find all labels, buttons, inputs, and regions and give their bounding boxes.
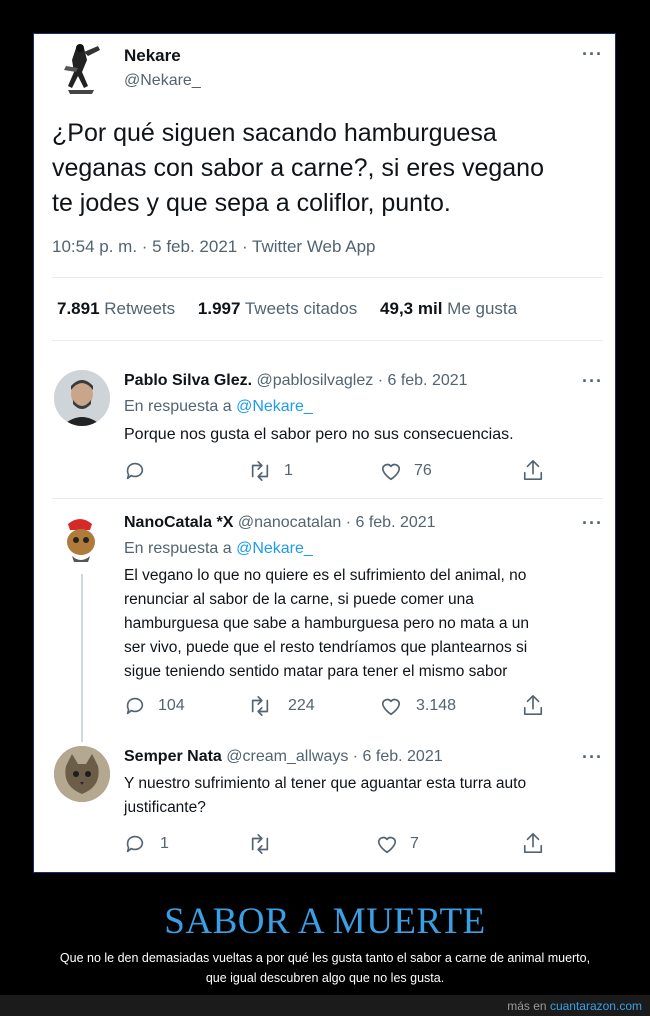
reply-text-line: Porque nos gusta el sabor pero no sus co… (124, 426, 514, 443)
reply-text: Porque nos gusta el sabor pero no sus co… (124, 423, 514, 447)
reply-header: Pablo Silva Glez. @pablosilvaglez · 6 fe… (124, 372, 468, 390)
reply-prefix: En respuesta a (124, 398, 232, 415)
reply-count: 1 (160, 835, 169, 852)
reply-actions: 1 7 (124, 833, 554, 857)
more-icon[interactable]: ··· (582, 371, 603, 392)
reply-to-link[interactable]: @Nekare_ (236, 398, 313, 415)
reply-header: Semper Nata @cream_allways · 6 feb. 2021 (124, 748, 443, 766)
divider (52, 277, 603, 278)
reply-author-name[interactable]: NanoCatala *X (124, 514, 233, 531)
reply-avatar[interactable] (54, 370, 110, 426)
reply-avatar[interactable] (54, 746, 110, 802)
reply-avatar[interactable] (54, 512, 108, 566)
likes-count[interactable]: 49,3 mil (380, 299, 442, 318)
headline: SABOR A MUERTE (164, 901, 486, 942)
like-icon[interactable] (380, 695, 402, 717)
tweet-text-line: veganas con sabor a carne?, si eres vega… (52, 154, 544, 182)
reply-text-line: sigue teniendo sentido matar para tener … (124, 663, 508, 680)
reply-text-line: Y nuestro sufrimiento al tener que aguan… (124, 775, 527, 792)
likes-label[interactable]: Me gusta (447, 299, 517, 318)
caption-line: Que no le den demasiadas vueltas a por q… (59, 951, 591, 965)
reply-text: Y nuestro sufrimiento al tener que aguan… (124, 772, 526, 820)
quotes-count[interactable]: 1.997 (198, 299, 241, 318)
retweets-count[interactable]: 7.891 (57, 299, 100, 318)
reply-handle-date[interactable]: @pablosilvaglez · 6 feb. 2021 (257, 372, 468, 389)
reply-icon[interactable] (124, 833, 146, 855)
like-count: 3.148 (416, 697, 457, 714)
reply-text-line: renunciar al sabor de la carne, si puede… (124, 591, 474, 608)
tweet-meta[interactable]: 10:54 p. m. · 5 feb. 2021 · Twitter Web … (52, 237, 376, 257)
reply-icon[interactable] (124, 695, 146, 717)
reply-header: NanoCatala *X @nanocatalan · 6 feb. 2021 (124, 514, 436, 532)
reply-context: En respuesta a @Nekare_ (124, 540, 313, 558)
reply-to-link[interactable]: @Nekare_ (236, 540, 313, 557)
like-count: 76 (414, 462, 432, 479)
tweet-stats: 7.891 Retweets 1.997 Tweets citados 49,3… (57, 299, 517, 319)
share-icon[interactable] (522, 831, 544, 855)
like-count: 7 (410, 835, 419, 852)
retweet-count: 1 (284, 462, 293, 479)
main-tweet-text: ¿Por qué siguen sacando hamburguesa vega… (52, 116, 544, 221)
tweet-screenshot-card: Nekare @Nekare_ ··· ¿Por qué siguen saca… (33, 33, 616, 873)
thread-connector (81, 574, 83, 742)
more-icon[interactable]: ··· (582, 513, 603, 534)
author-handle[interactable]: @Nekare_ (124, 72, 201, 90)
tweet-text-line: ¿Por qué siguen sacando hamburguesa (52, 119, 497, 147)
credit-link[interactable]: cuantarazon.com (550, 999, 642, 1013)
reply-text-line: ser vivo, puede que el resto tendríamos … (124, 639, 528, 656)
retweet-icon[interactable] (248, 695, 272, 717)
credit: más en cuantarazon.com (507, 999, 642, 1013)
retweets-label[interactable]: Retweets (104, 299, 175, 318)
author-avatar[interactable] (54, 42, 108, 96)
reply-text-line: justificante? (124, 799, 206, 816)
reply-actions: 1 76 (124, 460, 554, 484)
reply-actions: 104 224 3.148 (124, 695, 554, 719)
more-icon[interactable]: ··· (582, 747, 603, 768)
reply-text: El vegano lo que no quiere es el sufrimi… (124, 564, 529, 684)
retweet-icon[interactable] (248, 460, 272, 482)
reply-count: 104 (158, 697, 185, 714)
reply-prefix: En respuesta a (124, 540, 232, 557)
reply-handle-date[interactable]: @nanocatalan · 6 feb. 2021 (238, 514, 436, 531)
like-icon[interactable] (376, 833, 398, 855)
reply-author-name[interactable]: Pablo Silva Glez. (124, 372, 252, 389)
retweet-icon[interactable] (248, 833, 272, 855)
quotes-label[interactable]: Tweets citados (245, 299, 357, 318)
share-icon[interactable] (522, 458, 544, 482)
reply-text-line: hamburguesa que sabe a hamburguesa pero … (124, 615, 530, 632)
divider (52, 498, 603, 499)
reply-author-name[interactable]: Semper Nata (124, 748, 222, 765)
reply-handle-date[interactable]: @cream_allways · 6 feb. 2021 (226, 748, 442, 765)
credit-prefix: más en (507, 999, 547, 1013)
reply-context: En respuesta a @Nekare_ (124, 398, 313, 416)
author-name[interactable]: Nekare (124, 46, 181, 66)
like-icon[interactable] (380, 460, 402, 482)
caption: Que no le den demasiadas vueltas a por q… (0, 948, 650, 988)
share-icon[interactable] (522, 693, 544, 717)
divider (52, 340, 603, 341)
more-icon[interactable]: ··· (582, 44, 603, 65)
caption-line: que igual descubren algo que no les gust… (205, 971, 445, 985)
tweet-text-line: te jodes y que sepa a coliflor, punto. (52, 189, 451, 217)
retweet-count: 224 (288, 697, 315, 714)
reply-icon[interactable] (124, 460, 146, 482)
reply-text-line: El vegano lo que no quiere es el sufrimi… (124, 567, 527, 584)
